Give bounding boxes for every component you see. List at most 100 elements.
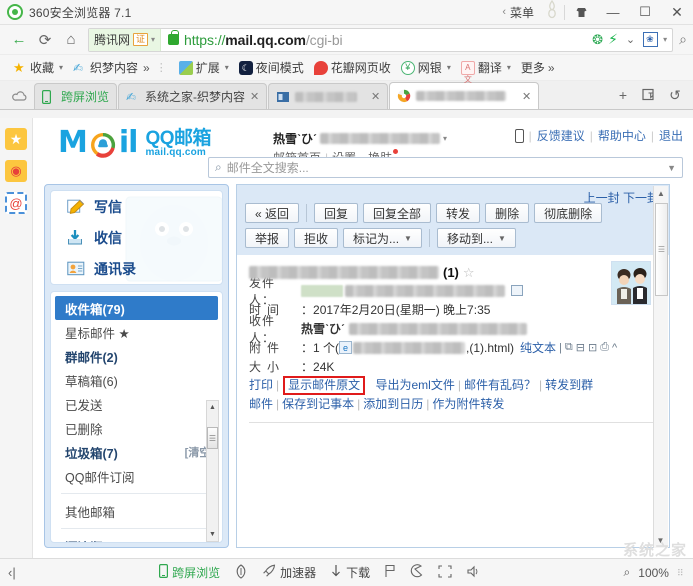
- sidebar-scrollbar[interactable]: ▲ ☰ ▼: [206, 400, 219, 542]
- tool-online-bank[interactable]: ¥ 网银 ▾: [396, 57, 456, 79]
- status-shield[interactable]: [234, 563, 248, 582]
- sidebar-toggle-button[interactable]: ‹|: [8, 565, 16, 580]
- chevron-down-icon[interactable]: ▾: [443, 134, 447, 143]
- status-volume[interactable]: [466, 565, 480, 581]
- delete-button[interactable]: 删除: [485, 203, 530, 223]
- sidebar-item-starred[interactable]: 星标邮件 ★: [51, 320, 222, 344]
- skin-button[interactable]: [565, 0, 597, 25]
- reject-button[interactable]: 拒收: [294, 228, 339, 248]
- sidebar-item-inbox[interactable]: 收件箱(79): [55, 296, 218, 320]
- mail-scrollbar[interactable]: ▲ ☰ ▼: [653, 186, 668, 548]
- action-print[interactable]: 打印: [249, 378, 273, 392]
- minimize-button[interactable]: —: [597, 0, 629, 25]
- site-identity-badge[interactable]: 腾讯网 证 ▾: [89, 28, 162, 51]
- chevron-down-icon[interactable]: ▼: [667, 163, 676, 173]
- close-icon[interactable]: ✕: [250, 90, 259, 103]
- favorites-icon[interactable]: ★: [5, 128, 27, 150]
- sidebar-item-drift-bottle[interactable]: 漂流瓶(50) ♨: [51, 534, 222, 543]
- account-name-row[interactable]: 热雪ˋひˊ ▾: [273, 130, 447, 147]
- preview-icon[interactable]: ⊟: [576, 341, 585, 354]
- tool-translate[interactable]: A文 翻译 ▾: [456, 57, 516, 84]
- star-icon[interactable]: ☆: [463, 265, 475, 281]
- zoom-level[interactable]: 100%: [638, 566, 669, 580]
- search-icon[interactable]: ⌕: [624, 565, 631, 580]
- action-save-note[interactable]: 保存到记事本: [282, 397, 354, 411]
- prev-mail-link[interactable]: 上一封: [584, 191, 620, 205]
- action-export-eml[interactable]: 导出为eml文件: [376, 378, 455, 392]
- close-button[interactable]: ✕: [661, 0, 693, 25]
- tab-list-button[interactable]: [637, 83, 661, 107]
- link-help-center[interactable]: 帮助中心: [598, 127, 646, 144]
- tool-extensions[interactable]: 扩展 ▾: [174, 57, 234, 79]
- sidebar-item-compose[interactable]: 写信: [51, 191, 222, 222]
- new-tab-button[interactable]: +: [611, 83, 635, 107]
- scroll-thumb[interactable]: ☰: [655, 203, 668, 296]
- mail-search-input[interactable]: ⌕ 邮件全文搜索... ▼: [208, 157, 683, 178]
- restore-tab-button[interactable]: ↺: [663, 83, 687, 107]
- sidebar-item-deleted[interactable]: 已删除: [51, 416, 222, 440]
- status-cross-screen[interactable]: 跨屏浏览: [159, 564, 220, 581]
- bookmark-zhimeng[interactable]: ✍ 织梦内容: [68, 57, 143, 79]
- back-button[interactable]: « 返回: [245, 203, 300, 223]
- maximize-button[interactable]: ☐: [629, 0, 661, 25]
- sidebar-item-subscription[interactable]: QQ邮件订阅: [51, 464, 222, 488]
- sidebar-item-contacts[interactable]: 通讯录: [51, 253, 222, 284]
- home-button[interactable]: ⌂: [58, 28, 84, 52]
- sidebar-item-receive[interactable]: 收信: [51, 222, 222, 253]
- permanent-delete-button[interactable]: 彻底删除: [534, 203, 603, 223]
- sidebar-item-trash[interactable]: 垃圾箱(7) [清空]: [51, 440, 222, 464]
- scroll-up-icon[interactable]: ▲: [654, 186, 668, 201]
- tab-qqmail[interactable]: ✕: [389, 82, 540, 109]
- tab-unknown-1[interactable]: ✕: [268, 83, 389, 109]
- status-fullscreen[interactable]: [438, 564, 452, 581]
- back-button[interactable]: ←: [6, 28, 32, 52]
- tool-petal[interactable]: 花瓣网页收: [309, 57, 396, 79]
- close-icon[interactable]: ✕: [371, 90, 380, 103]
- weibo-icon[interactable]: ◉: [5, 160, 27, 182]
- lightning-icon[interactable]: ⚡: [608, 31, 618, 48]
- sidebar-item-sent[interactable]: 已发送: [51, 392, 222, 416]
- collapse-icon[interactable]: ^: [612, 342, 617, 354]
- mobile-icon[interactable]: [514, 128, 524, 143]
- refresh-button[interactable]: ⟳: [32, 28, 58, 52]
- tool-more[interactable]: 更多 »: [516, 57, 560, 79]
- bookmark-favorites[interactable]: ★ 收藏 ▾: [8, 57, 68, 79]
- tool-night-mode[interactable]: ☾ 夜间模式: [234, 57, 309, 79]
- bookmarks-overflow[interactable]: »: [143, 61, 150, 75]
- contact-card-icon[interactable]: [511, 285, 523, 296]
- status-protect[interactable]: [410, 564, 424, 581]
- action-garbled[interactable]: 邮件有乱码？: [464, 378, 536, 392]
- scroll-down-icon[interactable]: ▼: [207, 528, 218, 541]
- action-add-calendar[interactable]: 添加到日历: [363, 397, 423, 411]
- scroll-thumb[interactable]: ☰: [207, 427, 218, 449]
- menu-button[interactable]: ‹ 菜单: [496, 4, 540, 21]
- baidu-search-icon[interactable]: ❀: [643, 32, 659, 47]
- sidebar-item-drafts[interactable]: 草稿箱(6): [51, 368, 222, 392]
- resize-grip[interactable]: ⠿: [677, 568, 685, 577]
- status-flag[interactable]: [384, 564, 396, 581]
- status-downloads[interactable]: 下载: [330, 564, 370, 581]
- action-forward-as-attachment[interactable]: 作为附件转发: [432, 397, 504, 411]
- move-to-dropdown[interactable]: 移动到... ▼: [436, 228, 516, 248]
- security-shield-icon[interactable]: ❂: [592, 32, 603, 48]
- search-icon[interactable]: ⌕: [679, 31, 687, 48]
- reply-all-button[interactable]: 回复全部: [363, 203, 432, 223]
- ribbon-icon[interactable]: [544, 0, 560, 25]
- download-icon[interactable]: ⊡: [588, 341, 597, 354]
- qqmail-logo[interactable]: M il QQ邮箱 mail.qq.com: [58, 128, 211, 158]
- cloud-icon[interactable]: [6, 82, 34, 109]
- address-bar[interactable]: 腾讯网 证 ▾ https://mail.qq.com/cgi-bi ❂ ⚡ ⌄…: [88, 27, 674, 52]
- sidebar-item-other-mailbox[interactable]: 其他邮箱: [51, 499, 222, 523]
- tab-cross-screen[interactable]: 跨屏浏览: [34, 83, 118, 109]
- link-feedback[interactable]: 反馈建议: [537, 127, 585, 144]
- chevron-down-icon[interactable]: ⌄: [623, 33, 638, 46]
- reply-button[interactable]: 回复: [314, 203, 359, 223]
- mark-as-dropdown[interactable]: 标记为... ▼: [343, 228, 422, 248]
- sidebar-item-group[interactable]: 群邮件(2): [51, 344, 222, 368]
- action-show-source[interactable]: 显示邮件原文: [283, 376, 366, 395]
- print-icon[interactable]: ⎙: [600, 341, 609, 354]
- at-icon[interactable]: @: [5, 192, 27, 214]
- close-icon[interactable]: ✕: [522, 90, 531, 103]
- plain-text-link[interactable]: 纯文本: [520, 339, 556, 356]
- scroll-up-icon[interactable]: ▲: [207, 401, 218, 414]
